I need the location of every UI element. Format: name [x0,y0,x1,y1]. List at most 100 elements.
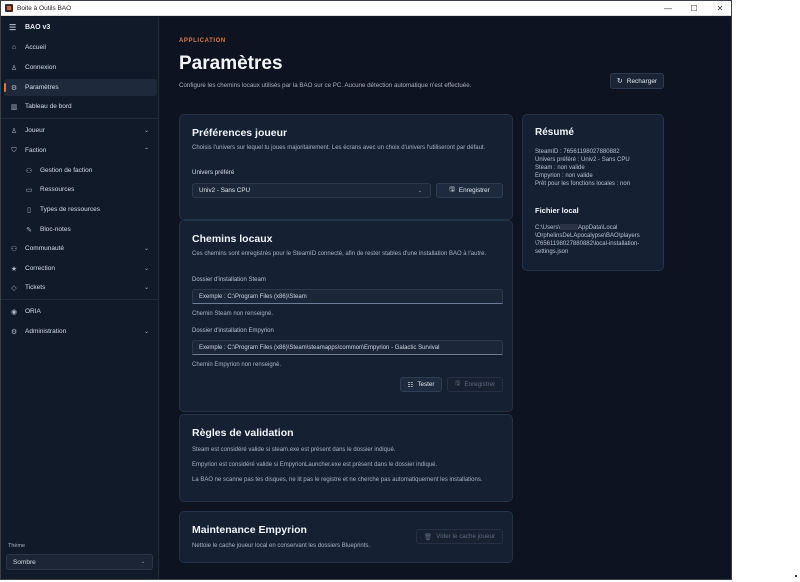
chevron-down-icon: ⌄ [143,128,149,134]
window-title: Boite à Outils BAO [17,4,72,12]
save-icon: 🖫 [449,186,455,193]
close-button[interactable]: ✕ [707,1,731,16]
local-file-path-line3: \76561198027880882\local-installation- [535,241,640,247]
edit-icon: ✎ [26,226,32,234]
brand-label: BAO v3 [25,23,51,31]
user-icon: ♙ [10,127,18,135]
main-content: APPLICATION Paramètres Configure les che… [160,17,731,579]
save-paths-button[interactable]: 🖫 Enregistrer [447,377,503,392]
trash-icon: 🗑 [423,533,433,541]
chevron-down-icon: ⌄ [143,285,149,291]
steam-field-label: Dossier d'installation Steam [192,277,266,283]
reload-button[interactable]: ↻ Recharger [610,73,664,89]
sidebar-item-label: Gestion de faction [40,167,93,174]
sidebar-divider [1,299,159,300]
page-title: Paramètres [179,53,283,74]
sidebar-item-bloc-notes[interactable]: ✎ Bloc-notes [4,221,157,238]
sidebar-item-accueil[interactable]: ⌂ Accueil [4,39,157,56]
menu-icon[interactable]: ☰ [9,23,18,32]
sidebar-item-label: Bloc-notes [40,226,71,233]
theme-label: Thème [8,543,26,549]
sidebar-item-gestion-de-faction[interactable]: ⚇ Gestion de faction [4,162,157,179]
sidebar-item-administration[interactable]: ⚙ Administration ⌄ [4,323,157,340]
test-paths-button[interactable]: ☷ Tester [400,377,442,392]
theme-select[interactable]: Sombre ⌄ [6,554,153,570]
card-title: Chemins locaux [192,233,273,245]
summary-ready: Prêt pour les fonctions locales : non [535,181,631,187]
steam-path-input[interactable]: Exemple : C:\Program Files (x86)\Steam [192,289,503,304]
sidebar-divider [1,118,159,119]
universe-select[interactable]: Univ2 - Sans CPU ⌄ [192,183,431,198]
sidebar-brand: ☰ BAO v3 [1,17,158,37]
maximize-button[interactable]: ☐ [681,1,707,16]
path-prefix: C:\Users\ [535,225,561,231]
users-icon: ⚇ [25,167,33,175]
sidebar-item-label: Paramètres [25,84,59,91]
community-icon: ⚇ [10,245,18,253]
empyrion-path-input[interactable]: Exemple : C:\Program Files (x86)\Steam\s… [192,340,503,355]
tag-icon: ◇ [11,284,17,292]
chevron-down-icon: ⌄ [143,266,149,272]
validation-rules-card: Règles de validation Steam est considéré… [179,414,513,502]
summary-card: Résumé SteamID : 76561198027880882 Unive… [522,114,664,271]
sidebar-item-label: Types de ressources [40,206,100,213]
app-icon [5,4,13,12]
app-window: Boite à Outils BAO — ☐ ✕ ☰ BAO v3 ⌂ Accu… [0,0,732,580]
local-file-path-line1: C:\Users\ AppData\Local [535,224,617,232]
summary-universe: Univers préféré : Univ2 - Sans CPU [535,157,630,163]
sidebar-item-joueur[interactable]: ♙ Joueur ⌄ [4,122,157,139]
minimize-button[interactable]: — [655,1,681,16]
sidebar-item-faction[interactable]: ⛉ Faction ⌃ [4,142,157,159]
sidebar-item-parametres[interactable]: ⚙ Paramètres [4,79,157,96]
refresh-icon: ↻ [616,78,623,85]
card-title: Résumé [535,127,574,138]
player-preferences-card: Préférences joueur Choisis l'univers sur… [179,114,513,220]
sidebar-item-correction[interactable]: ★ Correction ⌄ [4,260,157,277]
maintenance-card: Maintenance Empyrion Nettoie le cache jo… [179,511,513,563]
shield-icon: ⛉ [11,146,17,154]
clear-cache-button[interactable]: 🗑 Vider le cache joueur [416,529,503,544]
stray-dot [795,575,797,577]
file-icon: ▯ [27,206,31,214]
user-icon: ♙ [10,64,18,72]
reload-label: Recharger [626,77,658,85]
save-icon: 🖫 [454,380,461,387]
summary-steam: Steam : non valide [535,165,585,171]
rule-empyrion: Empyrion est considéré valide si Empyrio… [192,462,438,468]
theme-value: Sombre [13,558,36,566]
universe-select-value: Univ2 - Sans CPU [199,187,251,194]
sidebar-item-tickets[interactable]: ◇ Tickets ⌄ [4,279,157,296]
home-icon: ⌂ [11,44,17,51]
field-label: Univers préféré [192,169,235,176]
card-description: Ces chemins sont enregistrés pour le Ste… [192,251,487,257]
card-description: Nettoie le cache joueur local en conserv… [192,543,371,549]
save-label: Enregistrer [458,187,490,194]
redacted-username [560,224,579,230]
sidebar-item-tableau-de-bord[interactable]: ▥ Tableau de bord [4,98,157,115]
save-label: Enregistrer [464,381,496,388]
sidebar-item-oria[interactable]: ◉ ORIA [4,303,157,320]
gear-icon: ⚙ [10,328,18,336]
sidebar-item-label: Ressources [40,186,75,193]
folder-icon: ▭ [25,186,33,194]
empyrion-path-status: Chemin Empyrion non renseigné. [192,362,282,368]
sidebar-item-connexion[interactable]: ♙ Connexion [4,59,157,76]
section-eyebrow: APPLICATION [179,38,226,44]
card-title: Maintenance Empyrion [192,524,307,536]
path-suffix: AppData\Local [578,225,618,231]
sidebar-item-types-de-ressources[interactable]: ▯ Types de ressources [4,201,157,218]
sidebar-item-label: Connexion [25,64,57,71]
local-file-path-line4: settings.json [535,249,569,255]
star-icon: ★ [10,265,18,273]
page-subtitle: Configure les chemins locaux utilisés pa… [179,82,472,89]
sidebar-item-ressources[interactable]: ▭ Ressources [4,181,157,198]
title-bar: Boite à Outils BAO — ☐ ✕ [1,1,731,16]
sidebar-item-label: Administration [25,328,67,335]
local-file-path-line2: \OrphelinsDeLApocalypse\BAO\players [535,233,640,239]
rule-steam: Steam est considéré valide si steam.exe … [192,447,396,453]
summary-empyrion: Empyrion : non valide [535,173,593,179]
save-preferences-button[interactable]: 🖫 Enregistrer [436,183,503,198]
sidebar-item-communaute[interactable]: ⚇ Communauté ⌄ [4,240,157,257]
chevron-down-icon: ⌄ [140,559,145,565]
card-title: Règles de validation [192,427,294,439]
